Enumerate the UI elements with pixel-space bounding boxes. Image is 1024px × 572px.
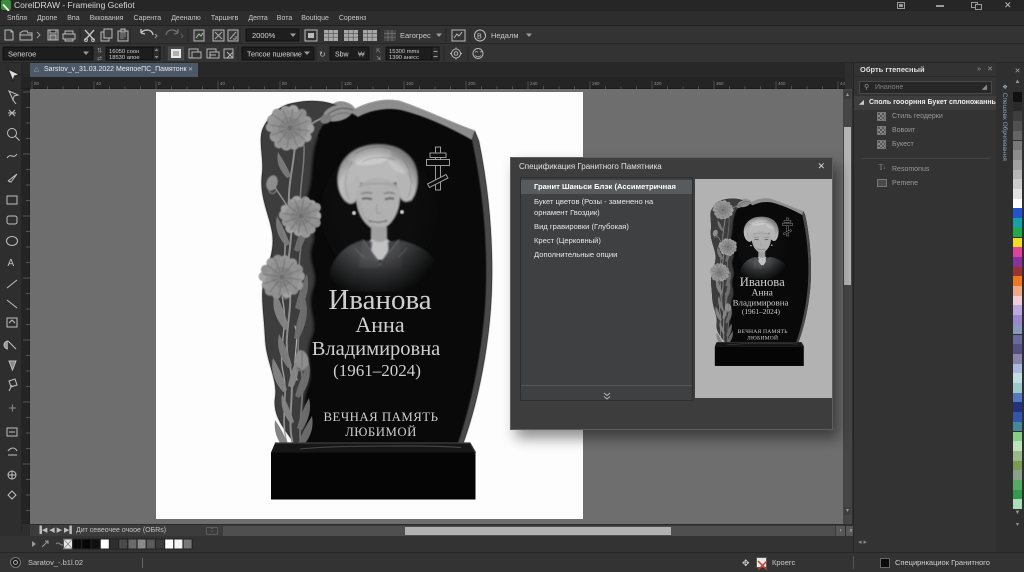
svg-text:⇄: ⇄ xyxy=(97,55,102,62)
svg-text:240: 240 xyxy=(530,81,538,86)
svg-text:Недалм: Недалм xyxy=(491,31,519,40)
svg-text:16050 соон: 16050 соон xyxy=(109,49,139,55)
svg-text:280: 280 xyxy=(592,81,600,86)
svg-text:80: 80 xyxy=(282,81,288,86)
svg-text:1390 анесс: 1390 анесс xyxy=(389,55,419,61)
svg-text:80: 80 xyxy=(34,81,40,86)
svg-text:B: B xyxy=(477,34,482,41)
svg-text:Тепсое пшевпие: Тепсое пшевпие xyxy=(247,50,302,59)
svg-text:⇱: ⇱ xyxy=(376,48,381,55)
svg-text:400: 400 xyxy=(778,81,786,86)
svg-text:320: 320 xyxy=(654,81,662,86)
svg-text:200: 200 xyxy=(468,81,476,86)
svg-text:Sепегое: Sепегое xyxy=(8,50,36,59)
svg-text:40: 40 xyxy=(96,81,102,86)
svg-text:160: 160 xyxy=(406,81,414,86)
svg-text:15300 mms: 15300 mms xyxy=(389,49,419,55)
svg-text:440: 440 xyxy=(840,81,845,86)
svg-text:2000%: 2000% xyxy=(252,31,276,40)
svg-text:18530 апое: 18530 апое xyxy=(109,55,140,61)
svg-text:⇲: ⇲ xyxy=(376,55,381,62)
svg-text:360: 360 xyxy=(716,81,724,86)
svg-text:Еагогрес: Еагогрес xyxy=(400,31,431,40)
svg-text:Sbw: Sbw xyxy=(335,52,350,59)
svg-text:120: 120 xyxy=(344,81,352,86)
svg-text:₩: ₩ xyxy=(358,52,365,59)
svg-text:A: A xyxy=(8,258,15,269)
svg-text:40: 40 xyxy=(220,81,226,86)
svg-text:↻: ↻ xyxy=(319,50,326,59)
svg-text:⇅: ⇅ xyxy=(97,49,102,55)
svg-text:0: 0 xyxy=(158,81,161,86)
